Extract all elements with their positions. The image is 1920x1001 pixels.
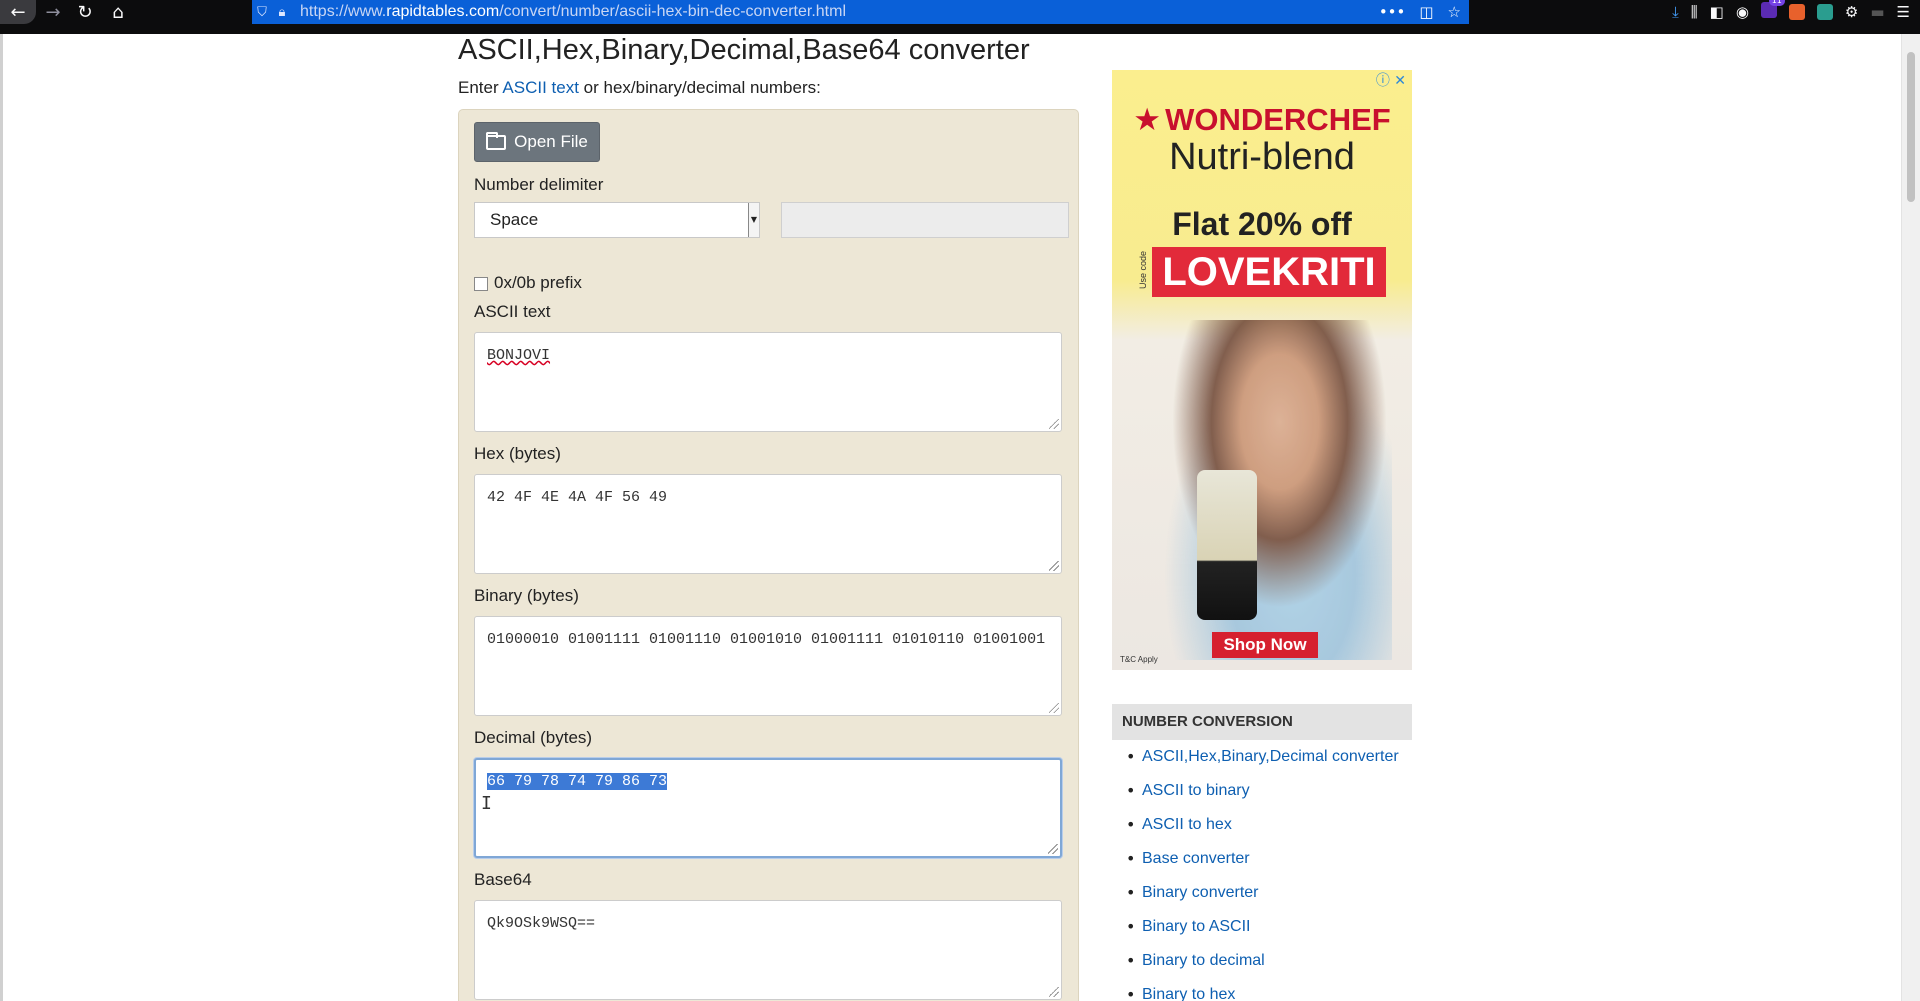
page-edge <box>0 34 3 1001</box>
sidebar-link[interactable]: Binary converter <box>1142 884 1259 901</box>
binary-textarea[interactable]: 01000010 01001111 01001110 01001010 0100… <box>474 616 1062 716</box>
ad-product: Nutri-blend <box>1169 136 1355 178</box>
decimal-textarea[interactable]: 66 79 78 74 79 86 73 I <box>474 758 1062 858</box>
menu-icon[interactable]: ☰ <box>1897 3 1910 21</box>
delimiter-select[interactable]: Space ▼ <box>474 202 760 238</box>
more-icon[interactable]: ••• <box>1379 3 1406 21</box>
minimize-icon[interactable]: ▬ <box>1870 3 1884 21</box>
ad-code-block: Use code LOVEKRITI <box>1138 247 1398 299</box>
resize-grip[interactable] <box>1049 703 1059 713</box>
list-item: Base converter <box>1112 842 1412 876</box>
resize-grip[interactable] <box>1049 561 1059 571</box>
number-conversion-heading: NUMBER CONVERSION <box>1112 704 1412 740</box>
url-text[interactable]: https://www.rapidtables.com/convert/numb… <box>300 3 846 21</box>
sidebar-link[interactable]: Binary to hex <box>1142 986 1235 1001</box>
extension-icon[interactable] <box>1788 4 1805 20</box>
intro-text: Enter ASCII text or hex/binary/decimal n… <box>458 78 821 97</box>
account-icon[interactable]: ◉ <box>1736 3 1749 21</box>
scrollbar-thumb[interactable] <box>1907 52 1915 202</box>
resize-grip[interactable] <box>1049 987 1059 997</box>
text-cursor-icon: I <box>481 793 492 814</box>
back-icon[interactable]: ← <box>0 0 36 24</box>
extension-icon[interactable]: 11 <box>1760 0 1785 22</box>
delimiter-label: Number delimiter <box>474 175 604 194</box>
custom-delimiter-input[interactable] <box>781 202 1069 238</box>
number-conversion-list: ASCII,Hex,Binary,Decimal converter ASCII… <box>1112 740 1412 1001</box>
download-icon[interactable]: ⤓ <box>1672 3 1679 21</box>
shop-now-button[interactable]: Shop Now <box>1212 632 1318 658</box>
ad-code: LOVEKRITI <box>1152 247 1386 297</box>
sidebar-link[interactable]: ASCII to hex <box>1142 816 1232 833</box>
forward-icon[interactable]: → <box>36 0 70 24</box>
prefix-checkbox[interactable] <box>474 277 488 291</box>
list-item: ASCII to hex <box>1112 808 1412 842</box>
blender-image <box>1197 470 1257 620</box>
resize-grip[interactable] <box>1048 844 1058 854</box>
sidebar-link[interactable]: ASCII to binary <box>1142 782 1250 799</box>
binary-label: Binary (bytes) <box>474 586 579 605</box>
dropdown-arrow-icon[interactable]: ▼ <box>748 203 759 237</box>
library-icon[interactable]: ⫼ <box>1691 3 1698 21</box>
shield-icon[interactable]: ⛉ <box>252 5 272 20</box>
page-scrollbar[interactable] <box>1901 34 1920 1001</box>
open-file-button[interactable]: Open File <box>474 122 600 162</box>
folder-icon <box>486 131 507 150</box>
list-item: ASCII,Hex,Binary,Decimal converter <box>1112 740 1412 774</box>
page-viewport: ASCII,Hex,Binary,Decimal,Base64 converte… <box>0 34 1920 1001</box>
extension-icon[interactable] <box>1816 4 1833 20</box>
lock-icon[interactable]: 🔒︎ <box>272 5 292 20</box>
ascii-text-link[interactable]: ASCII text <box>502 78 579 97</box>
ad-terms: T&C Apply <box>1120 655 1158 664</box>
ad-photo <box>1142 320 1392 660</box>
sidebar-link[interactable]: Base converter <box>1142 850 1250 867</box>
home-icon[interactable]: ⌂ <box>101 0 135 24</box>
list-item: Binary to hex <box>1112 978 1412 1001</box>
browser-toolbar: ← → ↻ ⌂ ⛉ 🔒︎ https://www.rapidtables.com… <box>0 0 1920 35</box>
hex-textarea[interactable]: 42 4F 4E 4A 4F 56 49 <box>474 474 1062 574</box>
advertisement[interactable]: ⓘ ✕ ★ WONDERCHEF Nutri-blend Flat 20% off… <box>1112 70 1412 670</box>
pocket-icon[interactable]: ◫ <box>1419 3 1433 21</box>
list-item: Binary converter <box>1112 876 1412 910</box>
resize-grip[interactable] <box>1049 419 1059 429</box>
list-item: ASCII to binary <box>1112 774 1412 808</box>
star-logo-icon: ★ <box>1133 102 1162 138</box>
reload-icon[interactable]: ↻ <box>68 0 102 24</box>
address-bar[interactable]: ⛉ 🔒︎ https://www.rapidtables.com/convert… <box>252 0 1469 24</box>
base64-label: Base64 <box>474 870 532 889</box>
ad-brand: ★ WONDERCHEF <box>1133 102 1391 138</box>
prefix-label: 0x/0b prefix <box>494 273 582 292</box>
sidebar-icon[interactable]: ◧ <box>1710 3 1724 21</box>
adchoices-icon[interactable]: ⓘ <box>1376 73 1390 89</box>
base64-textarea[interactable]: Qk9OSk9WSQ== <box>474 900 1062 1000</box>
converter-panel: Open File Number delimiter Space ▼ 0x/0b… <box>458 109 1079 1001</box>
page-title: ASCII,Hex,Binary,Decimal,Base64 converte… <box>458 34 1030 66</box>
close-icon[interactable]: ✕ <box>1394 73 1406 89</box>
sidebar-link[interactable]: Binary to ASCII <box>1142 918 1251 935</box>
ascii-textarea[interactable]: BONJOVI <box>474 332 1062 432</box>
list-item: Binary to decimal <box>1112 944 1412 978</box>
list-item: Binary to ASCII <box>1112 910 1412 944</box>
hex-label: Hex (bytes) <box>474 444 561 463</box>
decimal-label: Decimal (bytes) <box>474 728 593 747</box>
sidebar-link[interactable]: ASCII,Hex,Binary,Decimal converter <box>1142 748 1399 765</box>
star-icon[interactable]: ☆ <box>1448 3 1461 21</box>
ascii-label: ASCII text <box>474 302 551 321</box>
extension-icon[interactable]: ⚙ <box>1845 3 1858 21</box>
ad-offer: Flat 20% off <box>1172 206 1352 242</box>
sidebar-link[interactable]: Binary to decimal <box>1142 952 1265 969</box>
